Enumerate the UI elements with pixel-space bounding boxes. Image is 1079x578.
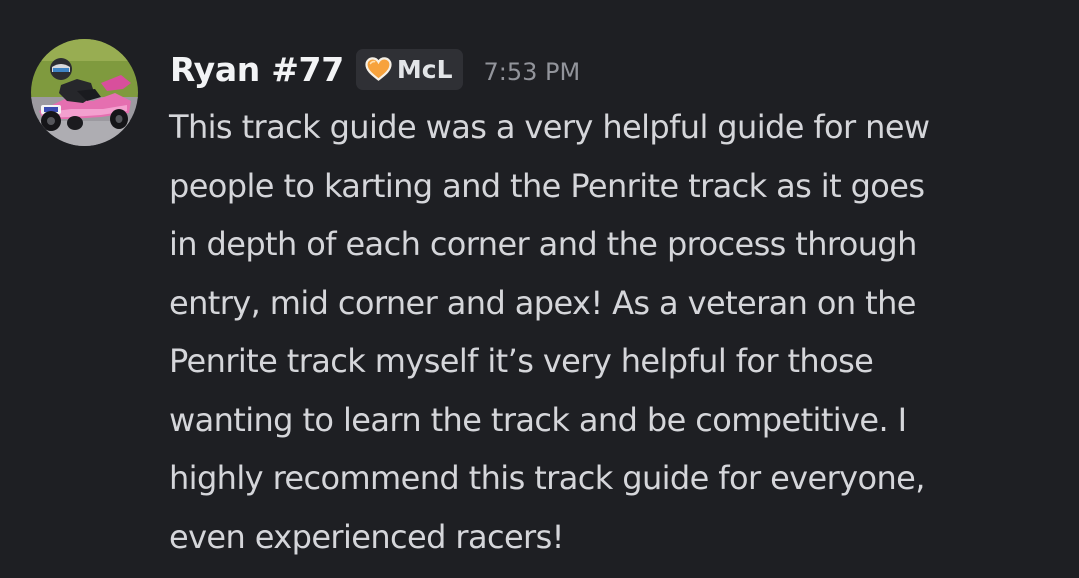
message-line: Penrite track myself it’s very helpful f… (169, 342, 874, 380)
message-line: entry, mid corner and apex! As a veteran… (169, 283, 916, 322)
username[interactable]: Ryan #77 (170, 50, 344, 89)
go-kart-avatar-image (31, 39, 138, 146)
server-tag-label: McL (396, 54, 453, 84)
message-line: in depth of each corner and the process … (169, 225, 917, 263)
message-line: This track guide was a very helpful guid… (169, 108, 930, 146)
message-line: wanting to learn the track and be compet… (169, 400, 907, 439)
chat-message: Ryan #77 McL 7:53 PM This track guide wa… (0, 0, 1079, 578)
user-avatar[interactable] (31, 39, 138, 146)
message-timestamp[interactable]: 7:53 PM (484, 52, 581, 86)
message-line: even experienced racers! (169, 517, 565, 556)
message-line: highly recommend this track guide for ev… (169, 459, 925, 497)
server-tag[interactable]: McL (355, 48, 463, 90)
message-line: people to karting and the Penrite track … (169, 166, 925, 205)
message-content: This track guide was a very helpful guid… (169, 98, 1059, 566)
message-header: Ryan #77 McL 7:53 PM (170, 44, 580, 94)
orange-heart-icon (365, 57, 392, 81)
